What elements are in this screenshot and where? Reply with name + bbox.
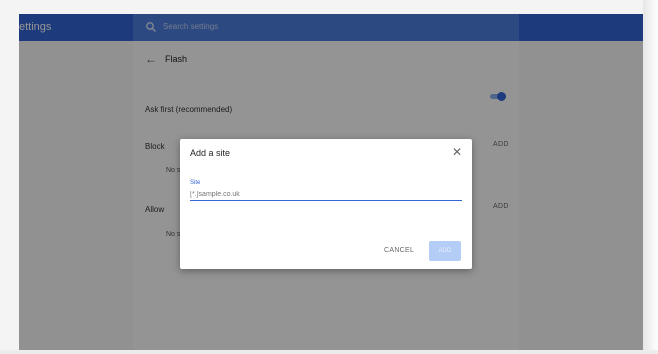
- cancel-button[interactable]: CANCEL: [384, 247, 414, 254]
- frame-shadow-bottom: [0, 350, 658, 354]
- frame-shadow-right: [643, 0, 658, 354]
- site-input[interactable]: [190, 188, 462, 201]
- dialog-title: Add a site: [190, 148, 231, 158]
- close-icon[interactable]: ✕: [452, 145, 462, 159]
- site-field-label: Site: [190, 180, 201, 186]
- add-site-dialog: Add a site ✕ Site CANCEL ADD: [180, 139, 472, 269]
- add-button[interactable]: ADD: [429, 241, 461, 261]
